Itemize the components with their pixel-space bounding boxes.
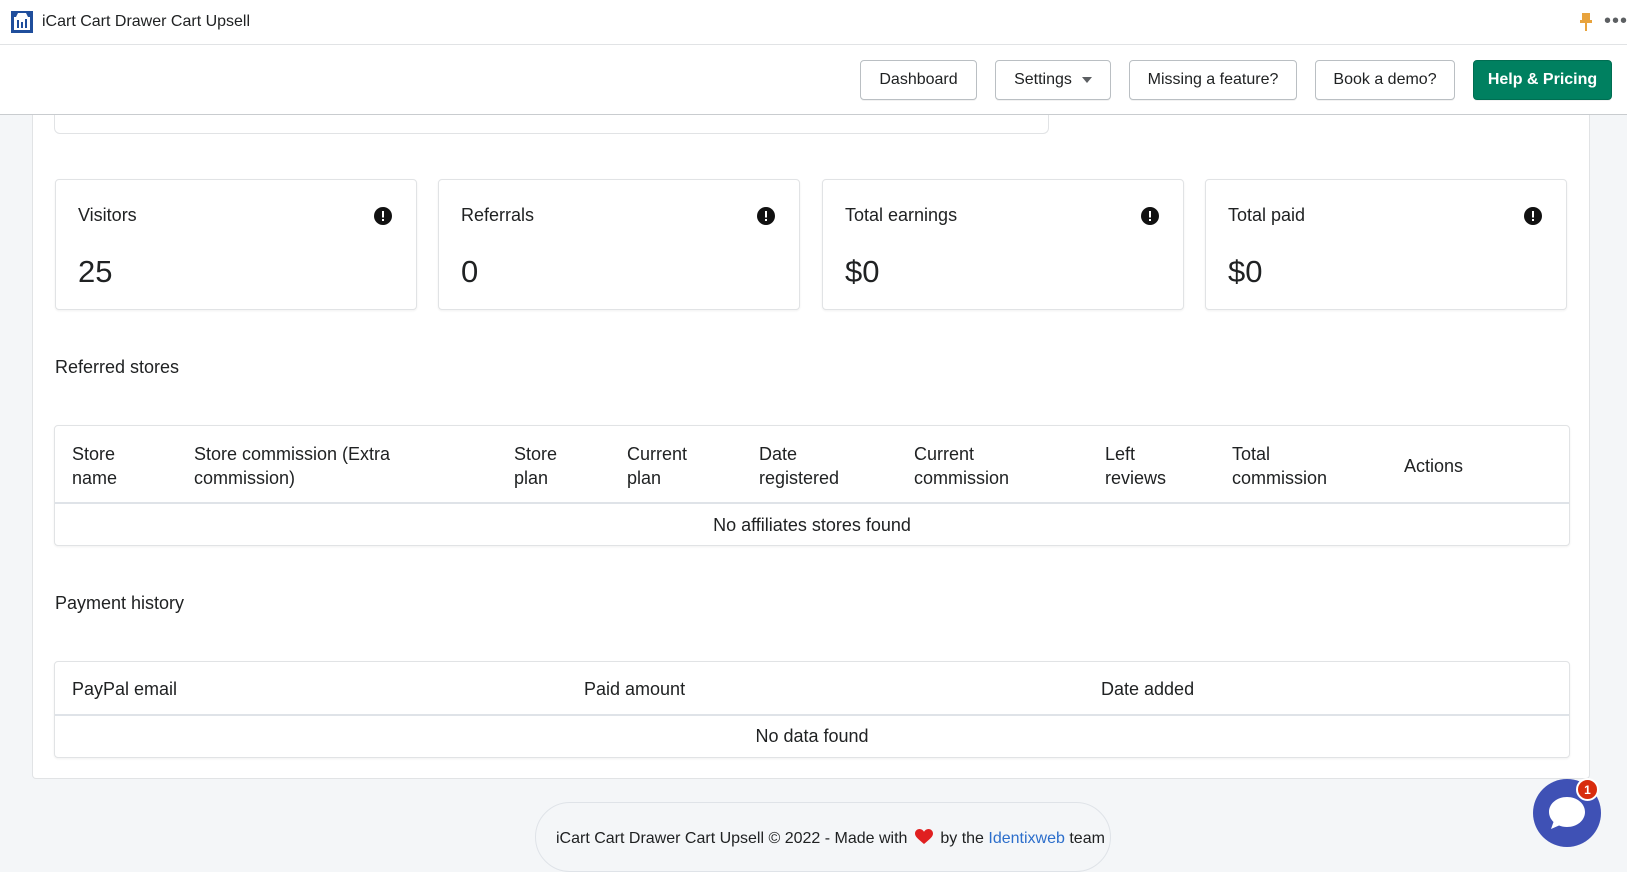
stat-label: Referrals bbox=[461, 205, 535, 225]
column-header-actions[interactable]: Actions bbox=[1404, 454, 1463, 478]
heart-icon bbox=[914, 829, 933, 844]
column-header-current-plan[interactable]: Current plan bbox=[627, 442, 687, 490]
app-title-bar: iCart Cart Drawer Cart Upsell ••• bbox=[0, 0, 1627, 45]
column-header-line: commission bbox=[1232, 468, 1328, 488]
chat-notification-badge: 1 bbox=[1576, 778, 1599, 801]
empty-state-message: No affiliates stores found bbox=[713, 515, 911, 535]
column-header-line: registered bbox=[759, 468, 840, 488]
stat-label: Total earnings bbox=[845, 205, 958, 225]
column-header-current-commission[interactable]: Current commission bbox=[914, 442, 1009, 490]
stat-card-referrals: Referrals 0 bbox=[438, 179, 800, 310]
footer: iCart Cart Drawer Cart Upsell © 2022 - M… bbox=[535, 802, 1111, 872]
footer-text-before: iCart Cart Drawer Cart Upsell © 2022 - M… bbox=[556, 830, 908, 847]
pin-icon[interactable] bbox=[1579, 12, 1593, 32]
footer-text: iCart Cart Drawer Cart Upsell © 2022 - M… bbox=[556, 829, 1105, 848]
payment-history-title: Payment history bbox=[55, 593, 185, 613]
payment-history-table: PayPal email Paid amount Date added No d… bbox=[54, 661, 1570, 758]
column-header-store-plan[interactable]: Store plan bbox=[514, 442, 557, 490]
dashboard-button-label: Dashboard bbox=[879, 71, 958, 88]
book-demo-button[interactable]: Book a demo? bbox=[1315, 60, 1455, 100]
stat-value: 0 bbox=[461, 254, 479, 289]
column-header-store-name[interactable]: Store name bbox=[72, 442, 117, 490]
table-header-divider bbox=[55, 714, 1569, 716]
book-demo-label: Book a demo? bbox=[1333, 71, 1437, 88]
missing-feature-button[interactable]: Missing a feature? bbox=[1129, 60, 1297, 100]
column-header-date-added[interactable]: Date added bbox=[1101, 677, 1194, 701]
column-header-line: plan bbox=[627, 468, 662, 488]
column-header-line: Left bbox=[1105, 444, 1136, 464]
stat-card-total-earnings: Total earnings $0 bbox=[822, 179, 1184, 310]
settings-dropdown-button[interactable]: Settings bbox=[995, 60, 1111, 100]
store-logo-icon bbox=[11, 11, 33, 33]
column-header-line: name bbox=[72, 468, 118, 488]
column-header-line: Current bbox=[627, 444, 688, 464]
settings-button-label: Settings bbox=[1014, 71, 1072, 88]
column-header-line: Date bbox=[759, 444, 798, 464]
column-header-line: reviews bbox=[1105, 468, 1167, 488]
chat-bubble-icon bbox=[1549, 797, 1585, 829]
stat-card-total-paid: Total paid $0 bbox=[1205, 179, 1567, 310]
header-action-bar: Dashboard Settings Missing a feature? Bo… bbox=[0, 45, 1627, 115]
stat-label: Total paid bbox=[1228, 205, 1306, 225]
help-pricing-button[interactable]: Help & Pricing bbox=[1473, 60, 1612, 100]
column-header-store-commission[interactable]: Store commission (Extra commission) bbox=[194, 442, 390, 490]
app-title: iCart Cart Drawer Cart Upsell bbox=[42, 13, 251, 30]
help-pricing-label: Help & Pricing bbox=[1487, 71, 1598, 88]
more-options-icon[interactable]: ••• bbox=[1604, 10, 1627, 33]
column-header-line: plan bbox=[514, 468, 549, 488]
column-header-line: Store bbox=[514, 444, 558, 464]
column-header-line: commission bbox=[914, 468, 1010, 488]
stat-value: $0 bbox=[1228, 254, 1263, 289]
empty-state-message: No data found bbox=[755, 726, 869, 746]
column-header-line: Total bbox=[1232, 444, 1271, 464]
referred-stores-table: Store name Store commission (Extra commi… bbox=[54, 425, 1570, 546]
column-header-paypal-email[interactable]: PayPal email bbox=[72, 677, 177, 701]
footer-text-after: team bbox=[1069, 830, 1105, 847]
referred-stores-title: Referred stores bbox=[55, 357, 180, 377]
column-header-total-commission[interactable]: Total commission bbox=[1232, 442, 1327, 490]
column-header-line: Store commission (Extra bbox=[194, 444, 391, 464]
caret-down-icon bbox=[1081, 77, 1092, 83]
stat-label: Visitors bbox=[78, 205, 137, 225]
table-header-divider bbox=[55, 502, 1569, 504]
info-icon[interactable] bbox=[1524, 207, 1542, 225]
info-icon[interactable] bbox=[374, 207, 392, 225]
dashboard-button[interactable]: Dashboard bbox=[860, 60, 977, 100]
stat-value: 25 bbox=[78, 254, 113, 289]
column-header-line: commission) bbox=[194, 468, 296, 488]
info-icon[interactable] bbox=[757, 207, 775, 225]
info-icon[interactable] bbox=[1141, 207, 1159, 225]
footer-text-by: by the bbox=[940, 830, 984, 847]
column-header-paid-amount[interactable]: Paid amount bbox=[584, 677, 685, 701]
stat-card-visitors: Visitors 25 bbox=[55, 179, 417, 310]
column-header-left-reviews[interactable]: Left reviews bbox=[1105, 442, 1166, 490]
top-partial-card bbox=[54, 115, 1049, 134]
column-header-line: Current bbox=[914, 444, 975, 464]
column-header-date-registered[interactable]: Date registered bbox=[759, 442, 839, 490]
identixweb-link[interactable]: Identixweb bbox=[988, 830, 1065, 847]
column-header-line: Actions bbox=[1404, 456, 1464, 476]
stat-value: $0 bbox=[845, 254, 880, 289]
missing-feature-label: Missing a feature? bbox=[1147, 71, 1279, 88]
column-header-line: Store bbox=[72, 444, 116, 464]
